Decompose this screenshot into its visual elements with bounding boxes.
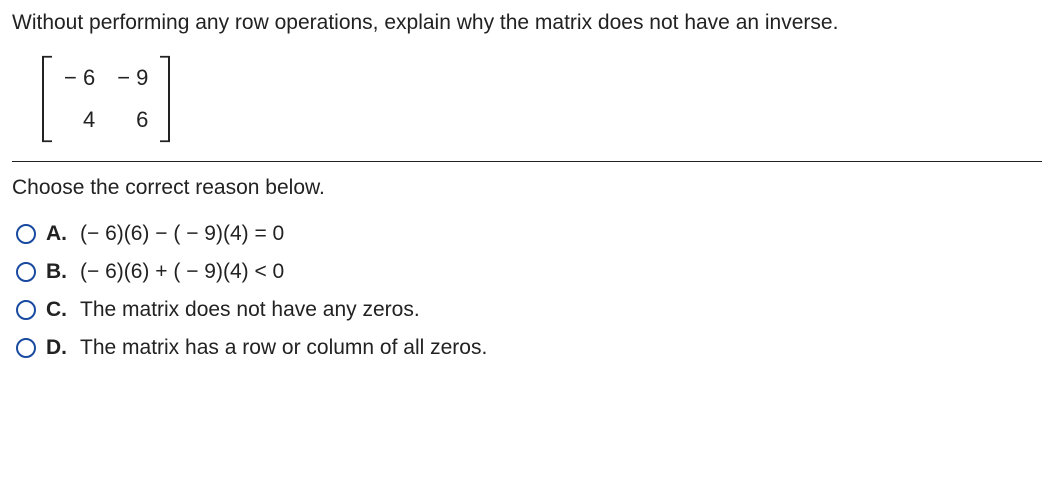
radio-icon[interactable] <box>16 300 36 320</box>
matrix-display: − 6 − 9 4 6 <box>12 51 1042 161</box>
matrix-cell: − 9 <box>117 65 148 91</box>
divider <box>12 161 1042 162</box>
matrix-cell: − 6 <box>64 65 95 91</box>
option-text: The matrix does not have any zeros. <box>80 298 420 322</box>
option-b[interactable]: B. (− 6)(6) + ( − 9)(4) < 0 <box>16 260 1042 284</box>
answer-prompt: Choose the correct reason below. <box>12 176 1042 200</box>
radio-icon[interactable] <box>16 262 36 282</box>
option-c[interactable]: C. The matrix does not have any zeros. <box>16 298 1042 322</box>
radio-icon[interactable] <box>16 338 36 358</box>
right-bracket <box>158 55 172 143</box>
option-letter: C. <box>46 298 70 322</box>
matrix-grid: − 6 − 9 4 6 <box>54 55 158 143</box>
option-d[interactable]: D. The matrix has a row or column of all… <box>16 336 1042 360</box>
option-text: The matrix has a row or column of all ze… <box>80 336 487 360</box>
left-bracket <box>40 55 54 143</box>
question-text: Without performing any row operations, e… <box>12 8 1042 37</box>
radio-icon[interactable] <box>16 224 36 244</box>
option-letter: A. <box>46 222 70 246</box>
option-letter: D. <box>46 336 70 360</box>
option-text: (− 6)(6) − ( − 9)(4) = 0 <box>80 222 284 246</box>
option-a[interactable]: A. (− 6)(6) − ( − 9)(4) = 0 <box>16 222 1042 246</box>
matrix-cell: 4 <box>64 107 95 133</box>
options-group: A. (− 6)(6) − ( − 9)(4) = 0 B. (− 6)(6) … <box>12 222 1042 360</box>
option-letter: B. <box>46 260 70 284</box>
matrix-cell: 6 <box>117 107 148 133</box>
option-text: (− 6)(6) + ( − 9)(4) < 0 <box>80 260 284 284</box>
